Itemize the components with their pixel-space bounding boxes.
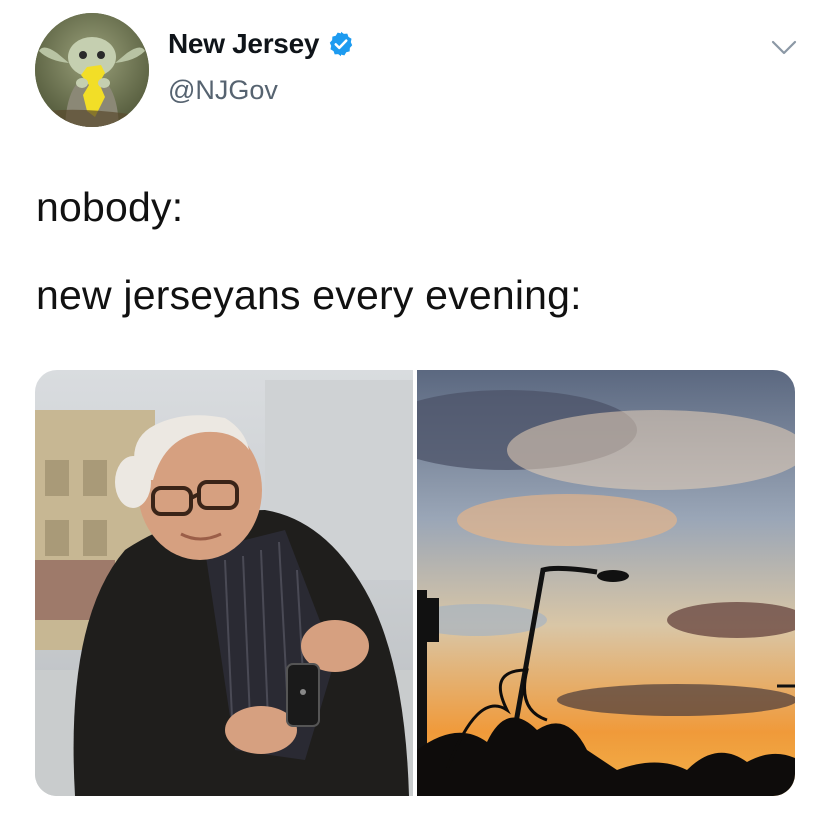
author-row: New Jersey: [168, 28, 355, 60]
avatar[interactable]: [35, 13, 149, 127]
photo-man-with-phone[interactable]: [35, 370, 413, 796]
handle[interactable]: @NJGov: [168, 75, 278, 106]
avatar-image: [35, 13, 149, 127]
photo-man-with-phone-image: [35, 370, 413, 796]
tweet-text-line-1: nobody:: [36, 184, 184, 230]
chevron-down-icon[interactable]: [770, 38, 798, 58]
verified-badge-icon: [329, 31, 353, 57]
tweet-text-line-2: new jerseyans every evening:: [36, 272, 582, 318]
media-grid: [35, 370, 795, 796]
display-name[interactable]: New Jersey: [168, 28, 319, 60]
photo-sunset-streetlight-image: [417, 370, 795, 796]
photo-sunset-streetlight[interactable]: [417, 370, 795, 796]
